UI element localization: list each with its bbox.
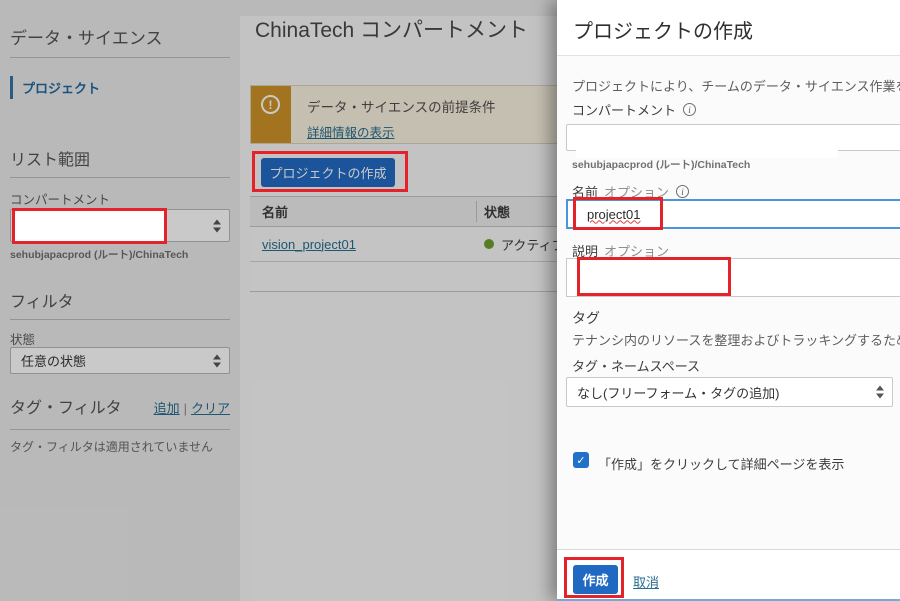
checkmark-icon: ✓ [576,454,585,467]
show-detail-page-checkbox[interactable]: ✓ [573,452,589,468]
screen: データ・サイエンス プロジェクト リスト範囲 コンパートメント sehubjap… [0,0,900,601]
annotation-box-create-project-button [252,151,408,192]
panel-compartment-helper: sehubjapacprod (ルート)/ChinaTech [572,157,750,172]
info-icon[interactable]: i [683,103,696,116]
redaction-box [576,126,838,158]
panel-header: プロジェクトの作成 [557,0,900,56]
annotation-box-description-input [577,257,731,296]
panel-title: プロジェクトの作成 [573,15,753,44]
cancel-link[interactable]: 取消 [633,572,659,591]
panel-compartment-label-text: コンパートメント [572,100,676,119]
info-icon[interactable]: i [676,185,689,198]
tag-namespace-label: タグ・ネームスペース [572,356,700,375]
annotation-box-name-input [573,197,663,230]
chevron-updown-icon [876,386,884,399]
panel-intro-text: プロジェクトにより、チームのデータ・サイエンス作業を整理 [572,76,900,95]
show-detail-page-checkbox-label: 「作成」をクリックして詳細ページを表示 [598,454,844,473]
tag-namespace-select-value: なし(フリーフォーム・タグの追加) [577,383,780,402]
tag-namespace-select[interactable]: なし(フリーフォーム・タグの追加) [566,377,893,407]
panel-compartment-label: コンパートメント i [572,100,696,119]
tags-heading: タグ [572,308,600,328]
annotation-box-create-button [564,557,624,598]
annotation-box-compartment [12,208,167,244]
create-project-panel: プロジェクトの作成 プロジェクトにより、チームのデータ・サイエンス作業を整理 コ… [557,0,900,601]
tags-description: テナンシ内のリソースを整理およびトラッキングするためのタ [572,330,900,349]
tag-namespace-label-text: タグ・ネームスペース [572,356,700,375]
